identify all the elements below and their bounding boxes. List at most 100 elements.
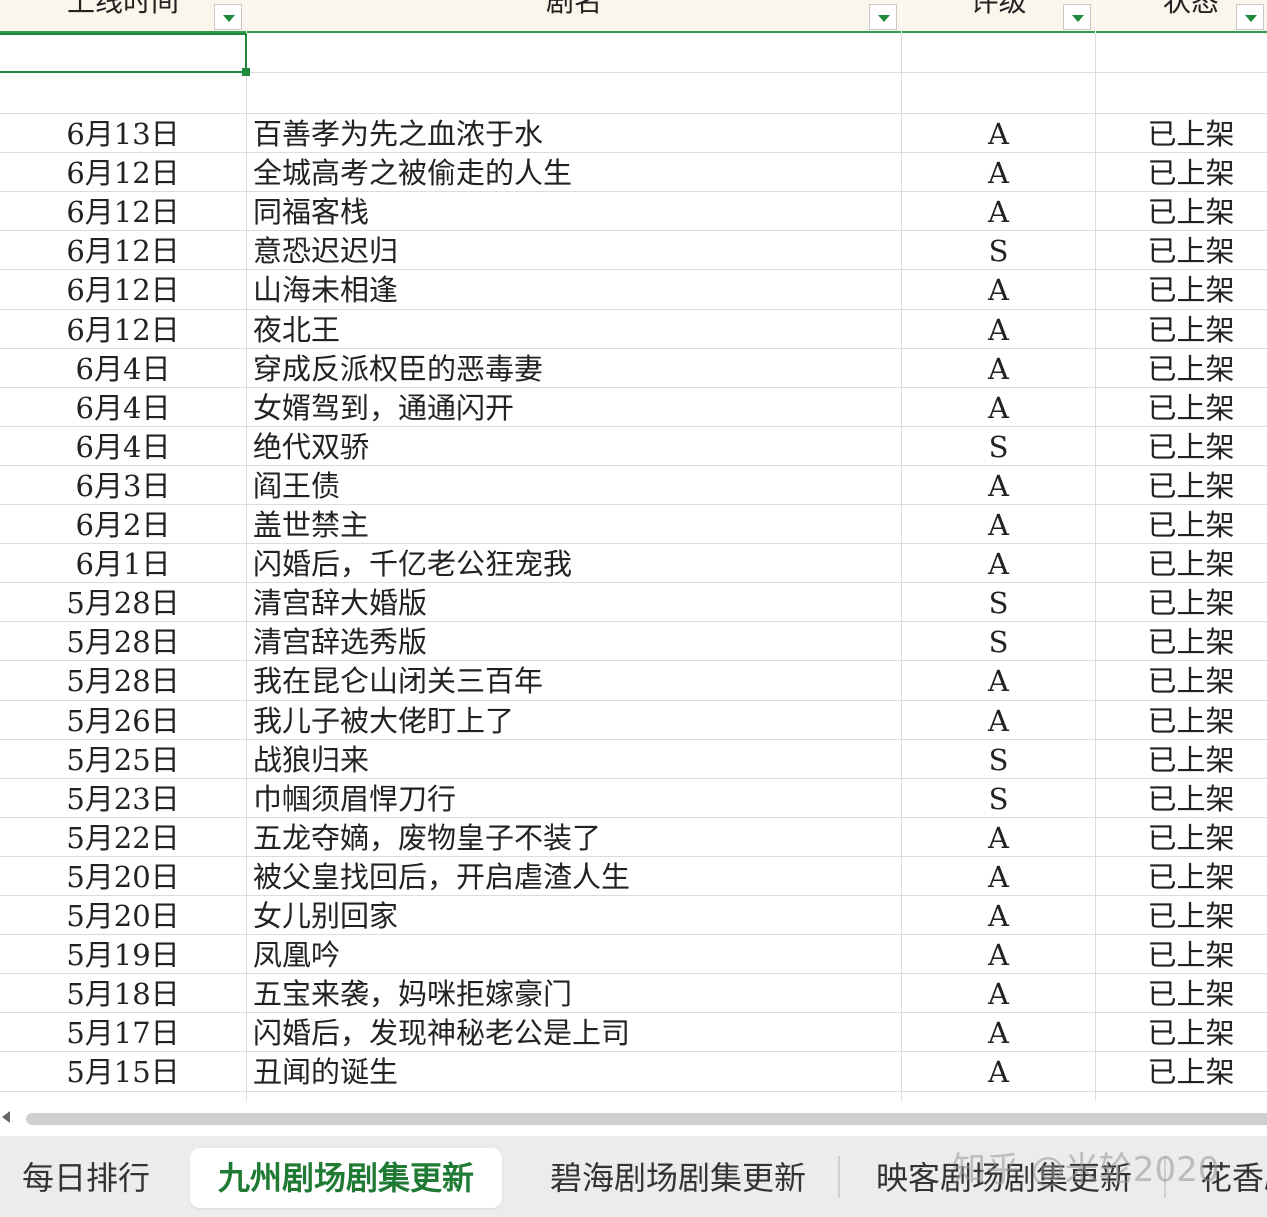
- level-cell[interactable]: A: [902, 350, 1095, 389]
- level-cell[interactable]: A: [902, 311, 1095, 350]
- column-header-level[interactable]: 评级: [902, 0, 1095, 33]
- name-cell[interactable]: 穿成反派权臣的恶毒妻: [253, 350, 893, 389]
- status-cell[interactable]: 已上架: [1096, 1014, 1267, 1053]
- date-cell[interactable]: 5月15日: [0, 1053, 246, 1092]
- level-cell[interactable]: A: [902, 389, 1095, 428]
- name-cell[interactable]: 被父皇找回后，开启虐渣人生: [253, 858, 893, 897]
- name-cell[interactable]: 绝代双骄: [253, 428, 893, 467]
- fill-handle[interactable]: [242, 68, 250, 76]
- name-cell[interactable]: 同福客栈: [253, 193, 893, 232]
- name-cell[interactable]: 五宝来袭，妈咪拒嫁豪门: [253, 975, 893, 1014]
- name-cell[interactable]: 意恐迟迟归: [253, 232, 893, 271]
- level-cell[interactable]: S: [902, 623, 1095, 662]
- date-cell[interactable]: 6月12日: [0, 232, 246, 271]
- date-cell[interactable]: 6月12日: [0, 193, 246, 232]
- date-cell[interactable]: 5月20日: [0, 858, 246, 897]
- status-cell[interactable]: 已上架: [1096, 271, 1267, 310]
- level-cell[interactable]: A: [902, 115, 1095, 154]
- name-cell[interactable]: 凤凰吟: [253, 936, 893, 975]
- name-cell[interactable]: 山海未相逢: [253, 271, 893, 310]
- level-cell[interactable]: A: [902, 271, 1095, 310]
- status-cell[interactable]: 已上架: [1096, 389, 1267, 428]
- level-cell[interactable]: S: [902, 741, 1095, 780]
- date-cell[interactable]: 6月12日: [0, 311, 246, 350]
- level-cell[interactable]: A: [902, 506, 1095, 545]
- status-cell[interactable]: 已上架: [1096, 350, 1267, 389]
- sheet-tab-bihai[interactable]: 碧海剧场剧集更新: [550, 1148, 806, 1208]
- name-cell[interactable]: 战狼归来: [253, 741, 893, 780]
- status-cell[interactable]: 已上架: [1096, 154, 1267, 193]
- name-cell[interactable]: 阎王债: [253, 467, 893, 506]
- name-cell[interactable]: 盖世禁主: [253, 506, 893, 545]
- status-cell[interactable]: 已上架: [1096, 702, 1267, 741]
- status-cell[interactable]: 已上架: [1096, 232, 1267, 271]
- name-cell[interactable]: 百善孝为先之血浓于水: [253, 115, 893, 154]
- sheet-tab-jiuzhou[interactable]: 九州剧场剧集更新: [190, 1148, 502, 1208]
- level-cell[interactable]: A: [902, 662, 1095, 701]
- horizontal-scrollbar[interactable]: [0, 1101, 1267, 1136]
- level-cell[interactable]: A: [902, 154, 1095, 193]
- date-cell[interactable]: 5月26日: [0, 702, 246, 741]
- status-cell[interactable]: 已上架: [1096, 311, 1267, 350]
- date-cell[interactable]: 6月4日: [0, 428, 246, 467]
- date-cell[interactable]: 6月12日: [0, 271, 246, 310]
- status-cell[interactable]: 已上架: [1096, 936, 1267, 975]
- status-cell[interactable]: 已上架: [1096, 897, 1267, 936]
- name-cell[interactable]: 女婿驾到，通通闪开: [253, 389, 893, 428]
- name-cell[interactable]: 清宫辞选秀版: [253, 623, 893, 662]
- level-cell[interactable]: A: [902, 467, 1095, 506]
- filter-dropdown-name-button[interactable]: [869, 4, 897, 30]
- name-cell[interactable]: 我儿子被大佬盯上了: [253, 702, 893, 741]
- level-cell[interactable]: A: [902, 545, 1095, 584]
- status-cell[interactable]: 已上架: [1096, 584, 1267, 623]
- date-cell[interactable]: 5月28日: [0, 584, 246, 623]
- name-cell[interactable]: 五龙夺嫡，废物皇子不装了: [253, 819, 893, 858]
- column-header-date[interactable]: 上线时间: [0, 0, 246, 33]
- date-cell[interactable]: 5月17日: [0, 1014, 246, 1053]
- name-cell[interactable]: 丑闻的诞生: [253, 1053, 893, 1092]
- name-cell[interactable]: 女儿别回家: [253, 897, 893, 936]
- date-cell[interactable]: 6月4日: [0, 350, 246, 389]
- date-cell[interactable]: 6月3日: [0, 467, 246, 506]
- name-cell[interactable]: 我在昆仑山闭关三百年: [253, 662, 893, 701]
- status-cell[interactable]: 已上架: [1096, 467, 1267, 506]
- level-cell[interactable]: A: [902, 975, 1095, 1014]
- level-cell[interactable]: S: [902, 232, 1095, 271]
- level-cell[interactable]: A: [902, 897, 1095, 936]
- filter-dropdown-date-button[interactable]: [214, 4, 242, 30]
- status-cell[interactable]: 已上架: [1096, 115, 1267, 154]
- date-cell[interactable]: 5月25日: [0, 741, 246, 780]
- name-cell[interactable]: 闪婚后，发现神秘老公是上司: [253, 1014, 893, 1053]
- date-cell[interactable]: 5月22日: [0, 819, 246, 858]
- level-cell[interactable]: A: [902, 858, 1095, 897]
- name-cell[interactable]: 清宫辞大婚版: [253, 584, 893, 623]
- level-cell[interactable]: S: [902, 428, 1095, 467]
- scrollbar-thumb[interactable]: [26, 1113, 1267, 1125]
- level-cell[interactable]: A: [902, 1014, 1095, 1053]
- status-cell[interactable]: 已上架: [1096, 506, 1267, 545]
- status-cell[interactable]: 已上架: [1096, 975, 1267, 1014]
- status-cell[interactable]: 已上架: [1096, 428, 1267, 467]
- status-cell[interactable]: 已上架: [1096, 858, 1267, 897]
- level-cell[interactable]: S: [902, 780, 1095, 819]
- level-cell[interactable]: S: [902, 584, 1095, 623]
- name-cell[interactable]: 巾帼须眉悍刀行: [253, 780, 893, 819]
- sheet-tab-daily-ranking[interactable]: 每日排行: [22, 1148, 150, 1208]
- date-cell[interactable]: 6月13日: [0, 115, 246, 154]
- level-cell[interactable]: A: [902, 936, 1095, 975]
- date-cell[interactable]: 6月12日: [0, 154, 246, 193]
- status-cell[interactable]: 已上架: [1096, 1053, 1267, 1092]
- date-cell[interactable]: 5月18日: [0, 975, 246, 1014]
- column-header-status[interactable]: 状态: [1096, 0, 1267, 33]
- name-cell[interactable]: 夜北王: [253, 311, 893, 350]
- filter-dropdown-level-button[interactable]: [1063, 4, 1091, 30]
- date-cell[interactable]: 5月28日: [0, 662, 246, 701]
- level-cell[interactable]: A: [902, 1053, 1095, 1092]
- level-cell[interactable]: A: [902, 193, 1095, 232]
- status-cell[interactable]: 已上架: [1096, 545, 1267, 584]
- status-cell[interactable]: 已上架: [1096, 780, 1267, 819]
- date-cell[interactable]: 5月28日: [0, 623, 246, 662]
- level-cell[interactable]: A: [902, 702, 1095, 741]
- status-cell[interactable]: 已上架: [1096, 193, 1267, 232]
- name-cell[interactable]: 闪婚后，千亿老公狂宠我: [253, 545, 893, 584]
